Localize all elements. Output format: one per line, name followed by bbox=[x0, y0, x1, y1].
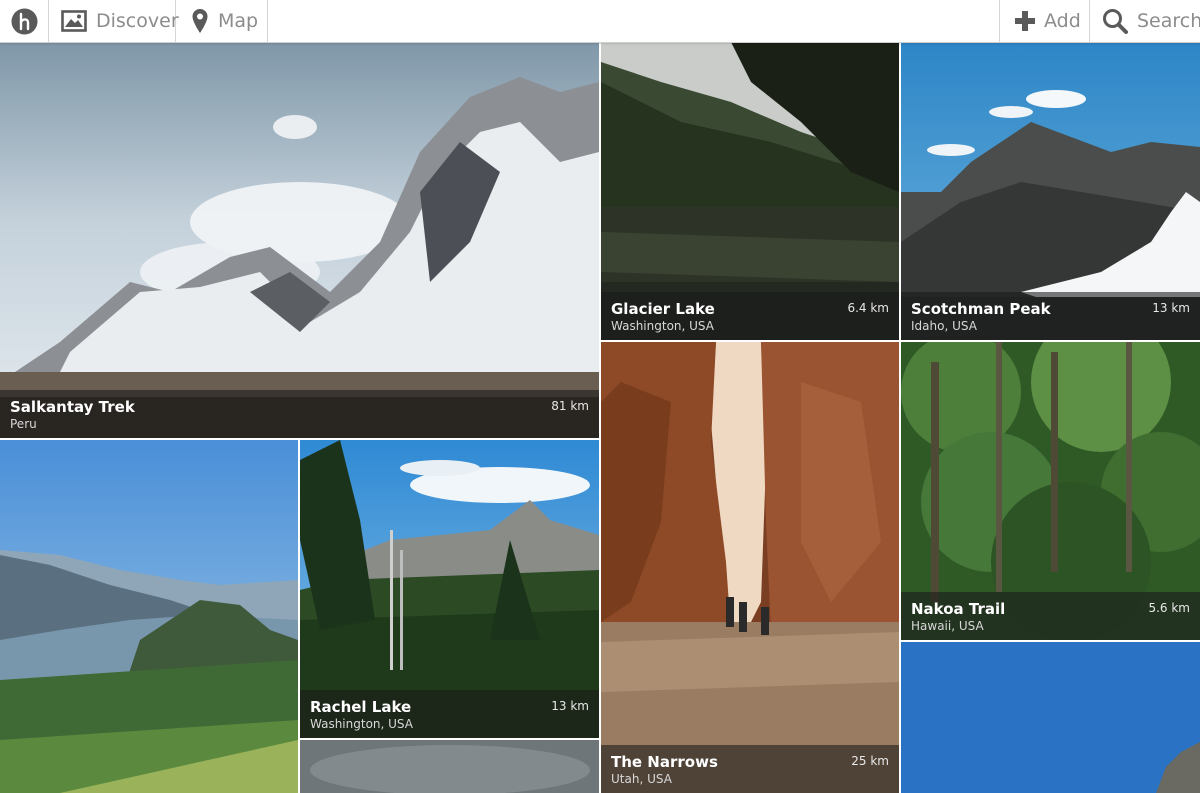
nav-map-label: Map bbox=[218, 10, 259, 32]
hike-name: The Narrows bbox=[611, 753, 718, 771]
hike-distance: 81 km bbox=[551, 399, 589, 413]
search-icon bbox=[1102, 8, 1128, 34]
hike-distance: 13 km bbox=[1152, 301, 1190, 315]
nav-search-label: Search bbox=[1137, 10, 1200, 32]
hike-caption: Rachel Lake Washington, USA 13 km bbox=[300, 690, 599, 738]
nav-add-label: Add bbox=[1044, 10, 1081, 32]
hike-card-rachel-lake[interactable]: Rachel Lake Washington, USA 13 km bbox=[300, 440, 599, 738]
hike-name: Rachel Lake bbox=[310, 698, 412, 716]
hike-card-the-narrows[interactable]: The Narrows Utah, USA 25 km bbox=[601, 342, 899, 793]
hike-caption: Nakoa Trail Hawaii, USA 5.6 km bbox=[901, 592, 1200, 640]
hike-distance: 6.4 km bbox=[847, 301, 889, 315]
nav-add-button[interactable]: Add bbox=[999, 0, 1089, 42]
hike-region: Washington, USA bbox=[310, 717, 413, 731]
hike-distance: 25 km bbox=[851, 754, 889, 768]
hike-card-nakoa-trail[interactable]: Nakoa Trail Hawaii, USA 5.6 km bbox=[901, 342, 1200, 640]
hike-caption: Salkantay Trek Peru 81 km bbox=[0, 390, 599, 438]
hike-region: Hawaii, USA bbox=[911, 619, 984, 633]
hike-caption: The Narrows Utah, USA 25 km bbox=[601, 745, 899, 793]
map-pin-icon bbox=[191, 8, 209, 34]
hike-photo-snowy-mountains bbox=[0, 42, 599, 438]
nav-discover[interactable]: Discover bbox=[49, 0, 179, 42]
hike-photo-river-gorge bbox=[0, 440, 298, 793]
hike-name: Scotchman Peak bbox=[911, 300, 1051, 318]
hike-caption: Glacier Lake Washington, USA 6.4 km bbox=[601, 292, 899, 340]
hike-card-salkantay-trek[interactable]: Salkantay Trek Peru 81 km bbox=[0, 42, 599, 438]
hike-region: Utah, USA bbox=[611, 772, 672, 786]
hike-distance: 13 km bbox=[551, 699, 589, 713]
nav-discover-label: Discover bbox=[96, 10, 179, 32]
hike-photo-canyon-river bbox=[601, 342, 899, 793]
plus-icon bbox=[1015, 11, 1035, 31]
h-logo-icon bbox=[11, 8, 38, 35]
hike-photo-cloudy-sky bbox=[300, 740, 599, 793]
hike-card-glacier-lake[interactable]: Glacier Lake Washington, USA 6.4 km bbox=[601, 42, 899, 340]
hike-photo-blue-sky bbox=[901, 642, 1200, 793]
home-logo-link[interactable] bbox=[0, 0, 49, 42]
hike-name: Nakoa Trail bbox=[911, 600, 1006, 618]
hike-caption: Scotchman Peak Idaho, USA 13 km bbox=[901, 292, 1200, 340]
hike-region: Peru bbox=[10, 417, 37, 431]
nav-search-button[interactable]: Search bbox=[1089, 0, 1200, 42]
top-navigation-bar: Discover Map Add Search bbox=[0, 0, 1200, 43]
hike-distance: 5.6 km bbox=[1148, 601, 1190, 615]
nav-map[interactable]: Map bbox=[176, 0, 268, 42]
hike-name: Glacier Lake bbox=[611, 300, 715, 318]
hike-card-scotchman-peak[interactable]: Scotchman Peak Idaho, USA 13 km bbox=[901, 42, 1200, 340]
hike-name: Salkantay Trek bbox=[10, 398, 135, 416]
hike-card-river-gorge[interactable] bbox=[0, 440, 298, 793]
hike-card-cloudy-sky[interactable] bbox=[300, 740, 599, 793]
hike-card-blue-sky[interactable] bbox=[901, 642, 1200, 793]
image-icon bbox=[61, 10, 87, 32]
hike-region: Idaho, USA bbox=[911, 319, 977, 333]
hike-region: Washington, USA bbox=[611, 319, 714, 333]
